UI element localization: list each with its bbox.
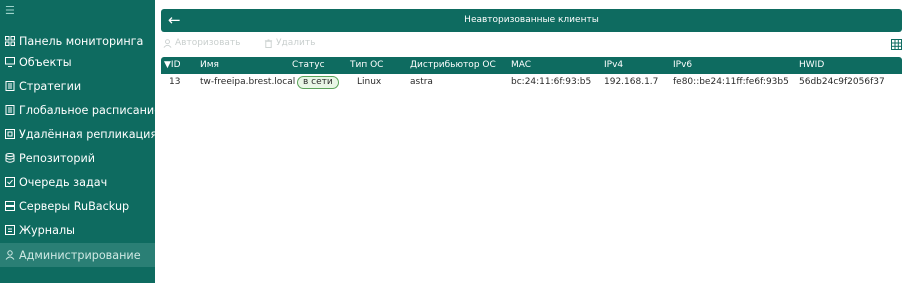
sidebar-item-task-queue[interactable]: Очередь задач	[0, 170, 155, 194]
authorize-icon	[163, 38, 172, 48]
sidebar-item-repository[interactable]: Репозиторий	[0, 146, 155, 170]
replication-icon	[5, 129, 15, 139]
cell-os-type: Linux	[357, 77, 382, 87]
cell-hwid: 56db24c9f2056f37	[799, 77, 885, 87]
page-header: ← Неавторизованные клиенты	[161, 9, 902, 32]
sidebar-item-label: Глобальное расписание	[19, 103, 155, 117]
sidebar-item-servers[interactable]: Серверы RuBackup	[0, 194, 155, 218]
cell-mac: bc:24:11:6f:93:b5	[511, 77, 592, 87]
user-icon	[5, 250, 15, 260]
sidebar-item-label: Панель мониторинга	[19, 34, 144, 48]
sidebar-item-label: Объекты	[19, 55, 72, 69]
column-header-name[interactable]: Имя	[200, 57, 219, 74]
cell-distributor: astra	[410, 77, 433, 87]
sidebar-item-label: Удалённая репликация	[19, 127, 155, 141]
authorize-label: Авторизовать	[175, 38, 241, 48]
sidebar-item-label: Серверы RuBackup	[19, 199, 130, 213]
column-settings-icon[interactable]	[891, 39, 902, 50]
authorize-button[interactable]: Авторизовать	[163, 38, 240, 48]
sidebar-item-objects[interactable]: Объекты	[0, 50, 155, 74]
clients-table: ▼ID Имя Статус Тип ОС Дистрибьютор ОС MA…	[161, 57, 902, 91]
sidebar-item-label: Администрирование	[19, 248, 141, 262]
collapse-icon[interactable]: ☰	[5, 4, 15, 17]
delete-button[interactable]: Удалить	[264, 38, 315, 48]
document-icon	[5, 81, 15, 91]
sidebar-item-label: Стратегии	[19, 79, 82, 93]
monitor-icon	[5, 57, 15, 67]
cell-id: 13	[169, 77, 181, 87]
cell-name: tw-freeipa.brest.local	[200, 77, 296, 87]
dashboard-icon	[5, 36, 15, 46]
sidebar-item-administration[interactable]: Администрирование	[0, 243, 155, 267]
cell-ipv6: fe80::be24:11ff:fe6f:93b5	[673, 77, 789, 87]
sidebar-item-label: Репозиторий	[19, 151, 96, 165]
column-header-id[interactable]: ▼ID	[164, 57, 181, 74]
sidebar-item-journals[interactable]: Журналы	[0, 218, 155, 242]
document-icon	[5, 105, 15, 115]
journal-icon	[5, 225, 15, 235]
sidebar-item-label: Журналы	[19, 223, 75, 237]
checklist-icon	[5, 177, 15, 187]
page-title: Неавторизованные клиенты	[464, 15, 599, 25]
toolbar: Авторизовать Удалить	[161, 36, 902, 54]
sort-indicator-icon: ▼	[164, 60, 171, 70]
sidebar-item-strategies[interactable]: Стратегии	[0, 74, 155, 98]
status-badge: в сети	[297, 76, 339, 89]
trash-icon	[264, 38, 273, 48]
column-header-os-type[interactable]: Тип ОС	[350, 57, 383, 74]
table-row[interactable]: 13 tw-freeipa.brest.local в сети Linux a…	[161, 74, 902, 91]
sidebar-item-global-schedule[interactable]: Глобальное расписание	[0, 98, 155, 122]
sidebar: ☰ Панель мониторинга Объекты Стратегии Г…	[0, 0, 155, 283]
sidebar-item-remote-replication[interactable]: Удалённая репликация	[0, 122, 155, 146]
column-header-hwid[interactable]: HWID	[799, 57, 824, 74]
column-header-ipv4[interactable]: IPv4	[604, 57, 623, 74]
cell-ipv4: 192.168.1.7	[604, 77, 659, 87]
table-header: ▼ID Имя Статус Тип ОС Дистрибьютор ОС MA…	[161, 57, 902, 74]
column-header-distributor[interactable]: Дистрибьютор ОС	[410, 57, 496, 74]
server-icon	[5, 201, 15, 211]
sidebar-item-label: Очередь задач	[19, 175, 108, 189]
delete-label: Удалить	[276, 38, 316, 48]
column-header-status[interactable]: Статус	[292, 57, 325, 74]
column-header-mac[interactable]: MAC	[511, 57, 531, 74]
database-icon	[5, 153, 15, 163]
column-header-ipv6[interactable]: IPv6	[673, 57, 692, 74]
main-content: ← Неавторизованные клиенты Авторизовать …	[155, 0, 907, 283]
